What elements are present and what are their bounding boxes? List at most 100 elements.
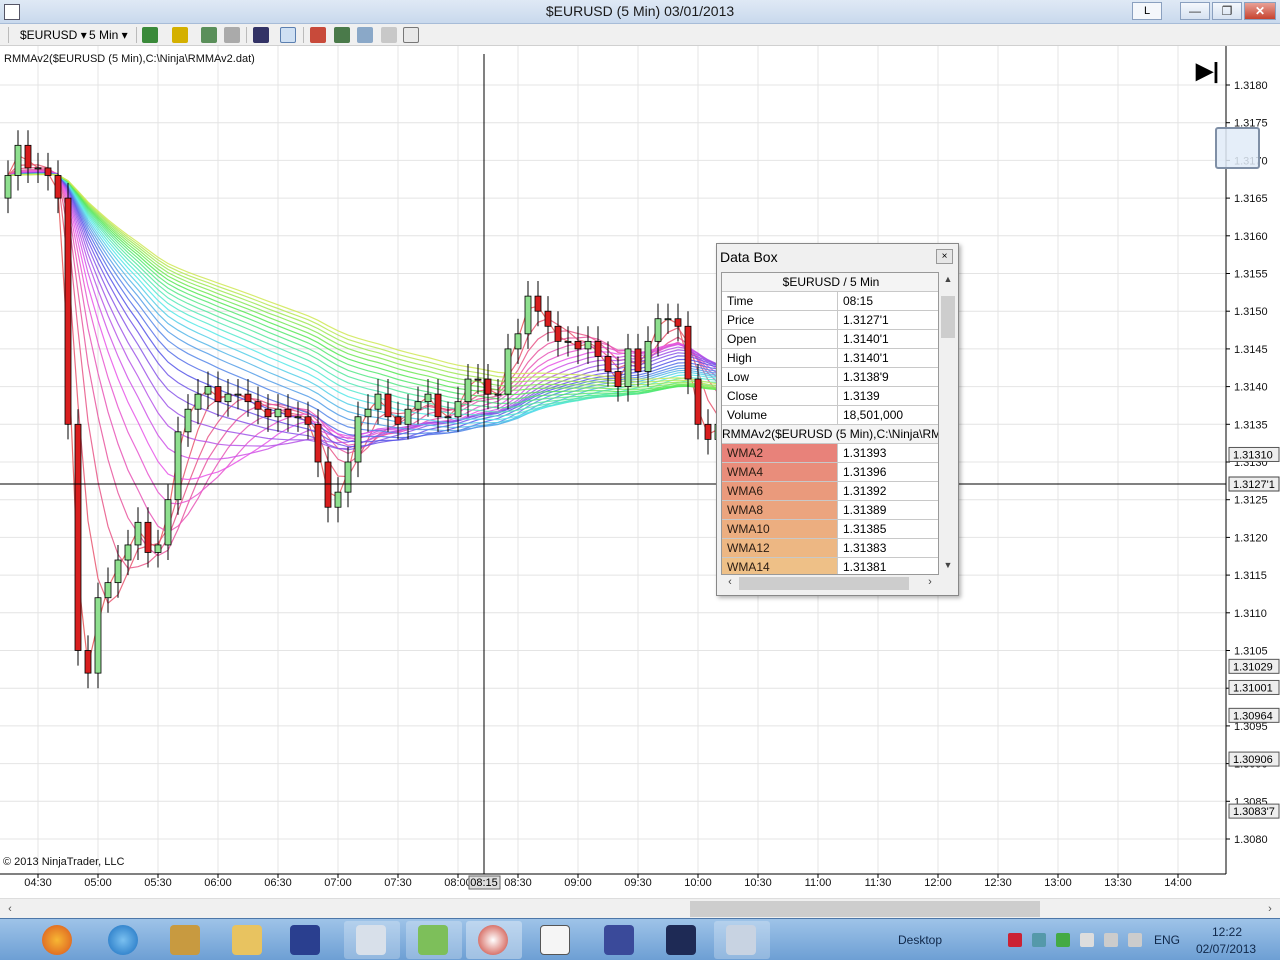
scroll-thumb[interactable]: [941, 296, 955, 338]
zoom-icon[interactable]: [280, 27, 296, 43]
data-box-horizontal-scrollbar[interactable]: ‹ ›: [721, 575, 939, 592]
data-box-value: 1.3127'1: [843, 313, 889, 327]
user-folder-icon[interactable]: [158, 921, 214, 959]
scroll-right-icon[interactable]: ›: [923, 576, 937, 588]
save-icon[interactable]: [278, 921, 334, 959]
action-center-icon[interactable]: [1080, 933, 1094, 947]
data-box-panel[interactable]: Data Box × $EURUSD / 5 Min Time 08:15 Pric…: [716, 243, 959, 596]
x-tick-label: 13:00: [1044, 877, 1072, 889]
crosshair-icon[interactable]: [253, 27, 269, 43]
scroll-right-icon[interactable]: ›: [1262, 901, 1278, 917]
layout-button[interactable]: L: [1132, 2, 1162, 20]
toolbar-grip: [8, 27, 9, 43]
copyright-label: © 2013 NinjaTrader, LLC: [3, 856, 125, 868]
crosshair-time-label: 08:15: [470, 877, 498, 889]
x-tick-label: 14:00: [1164, 877, 1192, 889]
document-icon[interactable]: [528, 921, 584, 959]
candle-body: [694, 378, 702, 425]
add-indicator-icon[interactable]: [201, 27, 217, 43]
data-box-label: Close: [722, 387, 838, 405]
price-chart[interactable]: 1.31801.31751.31701.31651.31601.31551.31…: [0, 46, 1280, 898]
scroll-down-icon[interactable]: ▼: [940, 560, 956, 570]
strategy-icon[interactable]: [310, 27, 326, 43]
visual-studio-icon[interactable]: [654, 921, 710, 959]
candle-body: [344, 461, 352, 493]
candle-body: [104, 582, 112, 599]
data-box-value: 08:15: [843, 294, 874, 308]
scroll-left-icon[interactable]: ‹: [2, 901, 18, 917]
zoom-out-icon[interactable]: [1215, 127, 1260, 169]
data-box-wma-row: WMA2 1.31393: [722, 444, 938, 463]
nvidia-icon[interactable]: [1056, 933, 1070, 947]
notepad-icon[interactable]: [406, 921, 462, 959]
desktop-toolbar-label[interactable]: Desktop: [898, 933, 942, 947]
data-box-label: High: [722, 349, 838, 367]
data-box-title: Data Box: [720, 249, 778, 265]
candle-body: [304, 416, 312, 425]
blank-page-icon[interactable]: [403, 27, 419, 43]
candle-body: [324, 461, 332, 508]
candle-body: [514, 333, 522, 350]
data-box-label: Low: [722, 368, 838, 386]
drawing-pencil-icon[interactable]: [172, 27, 188, 43]
data-box-close-icon[interactable]: ×: [936, 249, 953, 264]
candle-body: [314, 423, 322, 463]
scroll-thumb[interactable]: [690, 901, 1040, 917]
data-box-value: 1.31381: [843, 560, 887, 574]
clock-time[interactable]: 12:22: [1212, 925, 1242, 939]
restore-button[interactable]: ❐: [1212, 2, 1242, 20]
candle-body: [364, 408, 372, 418]
instrument-selector[interactable]: $EURUSD ▾: [20, 27, 87, 43]
candle-body: [134, 521, 142, 546]
interval-selector[interactable]: 5 Min ▾: [89, 27, 128, 43]
value-label: 1.31029: [1233, 661, 1273, 673]
y-tick-label: 1.3145: [1234, 344, 1268, 356]
ribbon-line: [7, 172, 719, 448]
candle-body: [434, 393, 442, 418]
file-explorer-icon[interactable]: [220, 921, 276, 959]
data-box-value: 1.3140'1: [843, 351, 889, 365]
volume-icon[interactable]: [1128, 933, 1142, 947]
candle-body: [64, 197, 72, 425]
y-tick-label: 1.3105: [1234, 646, 1268, 658]
display-icon[interactable]: [1104, 933, 1118, 947]
remove-icon[interactable]: [224, 27, 240, 43]
window-title: $EURUSD (5 Min) 03/01/2013: [545, 3, 735, 19]
ninjatrader-icon[interactable]: [466, 921, 522, 959]
chart-app-icon[interactable]: [344, 921, 400, 959]
candle-body: [704, 423, 712, 440]
bird-app-icon[interactable]: [592, 921, 648, 959]
title-bar: $EURUSD (5 Min) 03/01/2013 L — ❐ ✕: [0, 0, 1280, 24]
y-tick-label: 1.3080: [1234, 834, 1268, 846]
internet-explorer-icon[interactable]: [96, 921, 152, 959]
chart-horizontal-scrollbar[interactable]: ‹ ›: [0, 898, 1280, 918]
language-indicator[interactable]: ENG: [1154, 933, 1180, 947]
stack-icon[interactable]: [714, 921, 770, 959]
candle-body: [464, 378, 472, 403]
data-box-value: 1.31385: [843, 522, 887, 536]
scroll-thumb[interactable]: [739, 577, 909, 590]
chart-trader-icon[interactable]: [334, 27, 350, 43]
candle-body: [584, 340, 592, 350]
x-tick-label: 08:30: [504, 877, 532, 889]
copy-icon[interactable]: [381, 27, 397, 43]
toolbar-separator: [246, 27, 247, 43]
data-box-wma-row: WMA8 1.31389: [722, 501, 938, 520]
minimize-button[interactable]: —: [1180, 2, 1210, 20]
security-flag-icon[interactable]: [1008, 933, 1022, 947]
data-box-vertical-scrollbar[interactable]: ▲ ▼: [940, 272, 956, 575]
firefox-icon[interactable]: [30, 921, 86, 959]
scroll-left-icon[interactable]: ‹: [723, 576, 737, 588]
scroll-to-end-icon[interactable]: ▶|: [1196, 58, 1219, 84]
bar-type-icon[interactable]: [142, 27, 158, 43]
clock-date[interactable]: 02/07/2013: [1196, 942, 1256, 956]
network-icon[interactable]: [1032, 933, 1046, 947]
close-button[interactable]: ✕: [1244, 2, 1276, 20]
data-box-wma-row: WMA14 1.31381: [722, 558, 938, 574]
y-tick-label: 1.3120: [1234, 532, 1268, 544]
properties-icon[interactable]: [357, 27, 373, 43]
candle-body: [394, 416, 402, 425]
scroll-up-icon[interactable]: ▲: [940, 274, 956, 284]
chart-canvas[interactable]: 1.31801.31751.31701.31651.31601.31551.31…: [0, 46, 1280, 898]
data-box-label: Volume: [722, 406, 838, 424]
